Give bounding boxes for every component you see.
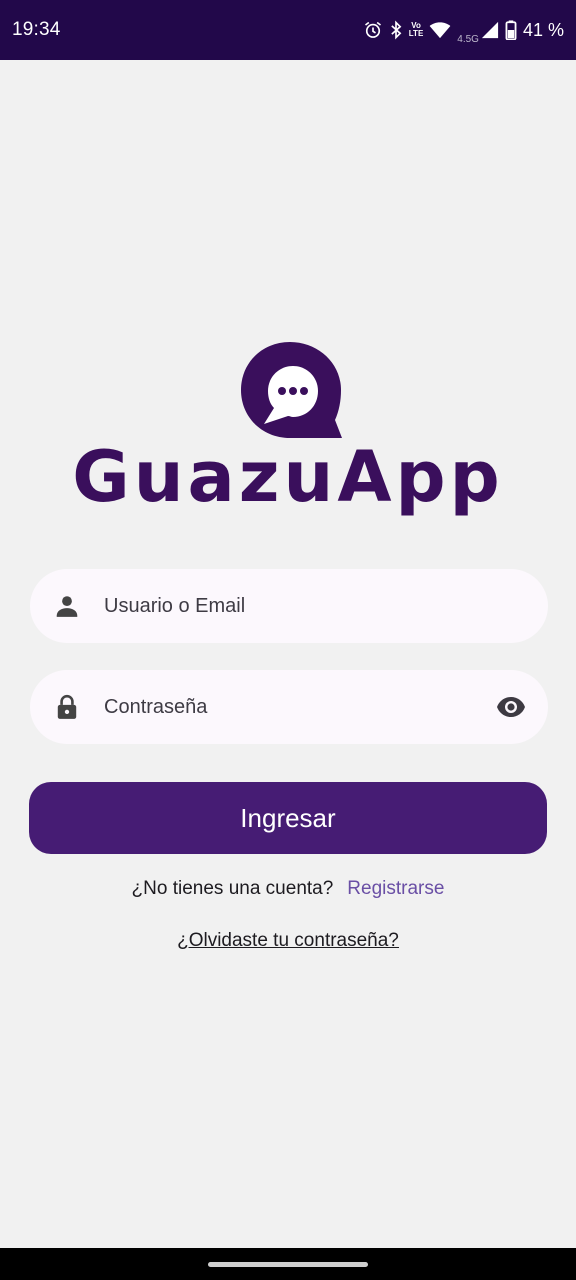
username-field[interactable] [30, 569, 548, 643]
username-input[interactable] [104, 569, 484, 643]
brand-name: GuazuApp [72, 436, 504, 518]
battery-percent: 41 % [522, 19, 564, 40]
eye-icon[interactable] [496, 693, 526, 721]
status-bar: 19:34 Vo LTE 4.5G 41 % [0, 0, 576, 60]
chat-bubble-icon [241, 342, 342, 438]
forgot-password-label[interactable]: ¿Olvidaste tu contraseña? [177, 930, 399, 951]
volte-bottom-label: LTE [408, 29, 424, 38]
status-icons: Vo LTE 4.5G 41 % [363, 16, 564, 45]
password-input[interactable] [104, 670, 484, 744]
alarm-icon [363, 20, 383, 40]
battery-icon [505, 20, 517, 40]
register-row: ¿No tienes una cuenta? Registrarse [0, 878, 576, 900]
person-icon [56, 596, 78, 617]
volte-icon: Vo LTE [409, 22, 424, 38]
lock-icon [57, 694, 77, 719]
forgot-password-link[interactable]: ¿Olvidaste tu contraseña? [0, 930, 576, 952]
app-logo: GuazuApp [0, 336, 576, 536]
bluetooth-icon [389, 20, 403, 40]
status-time: 19:34 [12, 19, 61, 40]
login-button[interactable]: Ingresar [29, 782, 547, 854]
home-gesture-handle[interactable] [208, 1262, 368, 1267]
navigation-bar [0, 1248, 576, 1280]
register-link[interactable]: Registrarse [347, 878, 444, 899]
wifi-icon [429, 21, 451, 39]
network-type-label: 4.5G [457, 33, 479, 45]
signal-icon [481, 21, 499, 39]
register-question: ¿No tienes una cuenta? [131, 878, 334, 899]
password-field[interactable] [30, 670, 548, 744]
